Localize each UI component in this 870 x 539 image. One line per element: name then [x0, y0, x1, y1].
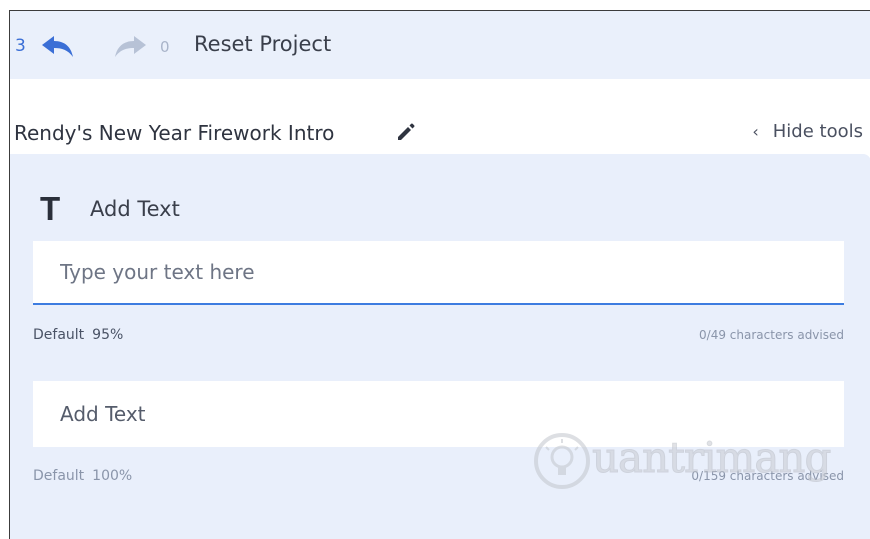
project-titlebar: Rendy's New Year Firework Intro ‹ Hide t…: [10, 79, 870, 155]
field2-char-advice: 0/159 characters advised: [691, 469, 844, 483]
hide-tools-button[interactable]: ‹ Hide tools: [752, 121, 863, 142]
hide-tools-label: Hide tools: [772, 121, 863, 142]
redo-count: 0: [160, 38, 170, 56]
text-t-icon: T: [40, 190, 61, 227]
field1-style-label[interactable]: Default: [33, 327, 84, 343]
project-title: Rendy's New Year Firework Intro: [14, 121, 335, 145]
undo-arrow-icon[interactable]: [40, 34, 76, 58]
field2-style-label[interactable]: Default: [33, 468, 84, 484]
text-input-secondary[interactable]: [33, 381, 844, 447]
field1-size-label[interactable]: 95%: [92, 327, 123, 343]
field1-meta: Default 95% 0/49 characters advised: [33, 327, 844, 343]
reset-project-button[interactable]: Reset Project: [194, 32, 331, 56]
field2-size-label[interactable]: 100%: [92, 468, 132, 484]
history-toolbar: 3 0 Reset Project: [10, 11, 870, 79]
redo-arrow-icon[interactable]: [112, 34, 148, 58]
text-input-primary[interactable]: [33, 241, 844, 305]
field1-char-advice: 0/49 characters advised: [699, 328, 844, 342]
undo-count: 3: [15, 36, 26, 56]
chevron-left-icon: ‹: [752, 122, 759, 141]
pencil-icon[interactable]: [395, 121, 417, 143]
panel-title: Add Text: [90, 197, 180, 221]
field2-meta: Default 100% 0/159 characters advised: [33, 468, 844, 484]
add-text-panel: T Add Text Default 95% 0/49 characters ad…: [10, 154, 870, 539]
app-frame: 3 0 Reset Project Rendy's New Year Firew…: [9, 10, 870, 539]
panel-header: T Add Text: [40, 190, 180, 228]
